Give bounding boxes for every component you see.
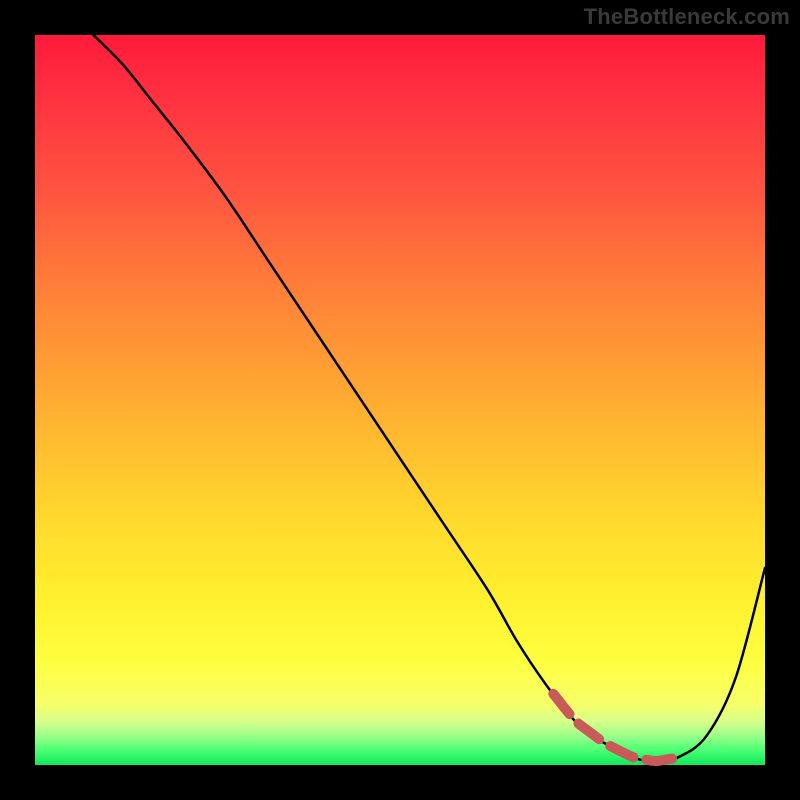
curve-svg xyxy=(35,35,765,765)
plot-area xyxy=(35,35,765,765)
chart-canvas: TheBottleneck.com xyxy=(0,0,800,800)
optimal-zone-marker xyxy=(553,694,677,761)
watermark-text: TheBottleneck.com xyxy=(584,4,790,30)
bottleneck-curve xyxy=(93,35,765,761)
